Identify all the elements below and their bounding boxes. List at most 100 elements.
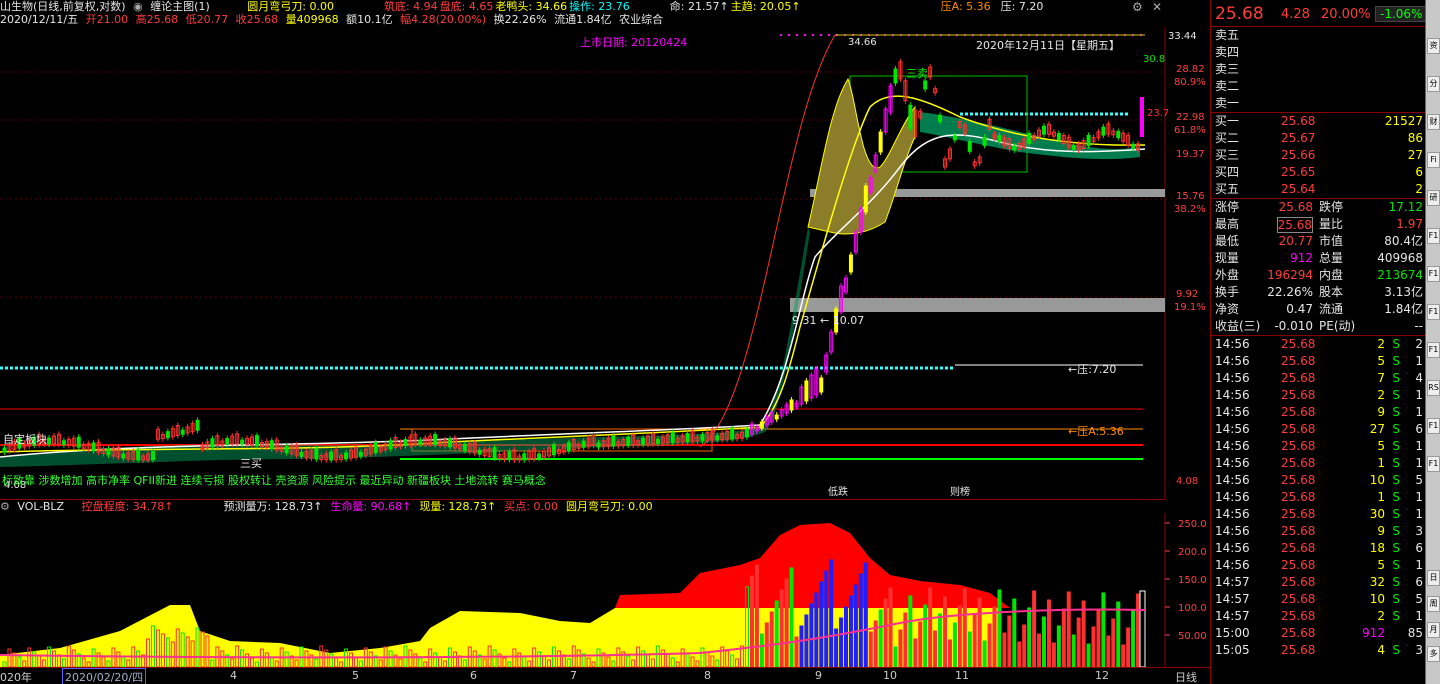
info-sector[interactable]: 农业综合: [619, 13, 663, 26]
bid-row[interactable]: 买一 25.68 21527: [1211, 113, 1425, 130]
tick-count: 6: [1415, 422, 1423, 436]
side-tool-button[interactable]: 周: [1427, 596, 1440, 612]
period-label[interactable]: 日线: [1175, 669, 1197, 684]
volume-bar: [754, 564, 759, 667]
gear-icon[interactable]: ⚙: [0, 500, 10, 513]
last-candle: [1140, 97, 1144, 137]
indicator-value: 圆月弯弓刀: 0.00: [247, 0, 334, 13]
tick-time: 14:56: [1215, 524, 1250, 538]
info-low: 低20.77: [185, 13, 229, 26]
bid-row[interactable]: 买二 25.67 86: [1211, 130, 1425, 147]
tick-count: 1: [1415, 490, 1423, 504]
date-axis-label: 4: [230, 669, 237, 682]
close-icon[interactable]: ✕: [1152, 0, 1162, 14]
side-tool-button[interactable]: 财: [1427, 114, 1440, 130]
volume-chart[interactable]: 250.0 200.0 150.0 100.0 50.00: [0, 513, 1210, 667]
candle-body: [908, 104, 913, 129]
stat-key: 最低: [1215, 234, 1240, 248]
price-chart[interactable]: 上市日期: 20120424 2020年12月11日【星期五】 34.66 三卖…: [0, 27, 1210, 499]
bid-row[interactable]: 买三 25.66 27: [1211, 147, 1425, 164]
ask-book: 卖五 卖四卖三 卖二 卖一: [1211, 27, 1425, 113]
tick-count: 1: [1415, 388, 1423, 402]
stat-value: 213674: [1377, 268, 1423, 282]
candle-body: [759, 421, 764, 429]
tick-time: 14:56: [1215, 541, 1250, 555]
tick-row: 14:56 25.68 27 S 6: [1211, 421, 1425, 438]
ask-row[interactable]: 卖一: [1211, 95, 1425, 112]
tick-time: 14:56: [1215, 439, 1250, 453]
custom-plate-label[interactable]: 自定板块: [3, 432, 47, 446]
volume-bar: [883, 598, 888, 667]
tick-count: 1: [1415, 609, 1423, 623]
volume-bar: [1002, 632, 1007, 667]
tick-volume: 5: [1377, 558, 1385, 572]
side-tool-button[interactable]: 多: [1427, 646, 1440, 662]
stat-row: 收益(三) -0.010 PE(动) --: [1211, 318, 1425, 335]
indicator-name[interactable]: 缠论主图(1): [150, 0, 210, 13]
candle-body: [893, 68, 898, 84]
candle-body: [745, 428, 749, 438]
book-label: 卖一: [1215, 96, 1240, 110]
tick-row: 14:57 25.68 2 S 1: [1211, 608, 1425, 625]
volume-bar: [844, 606, 848, 667]
stat-row: 换手 22.26% 股本 3.13亿: [1211, 284, 1425, 301]
side-tool-button[interactable]: 研: [1427, 190, 1440, 206]
candle-body: [1027, 132, 1032, 144]
ask-row[interactable]: 卖四: [1211, 44, 1425, 61]
right-value-23: 23.7: [1147, 108, 1169, 119]
side-tool-button[interactable]: F1: [1427, 342, 1440, 358]
side-tool-button[interactable]: 日: [1427, 570, 1440, 586]
side-tool-button[interactable]: F1: [1427, 418, 1440, 434]
candle-body: [358, 451, 363, 457]
candle-body: [240, 439, 245, 445]
tick-row: 14:56 25.68 18 S 6: [1211, 540, 1425, 557]
volume-indicator-value: 控盘程度: 34.78↑: [81, 500, 174, 513]
chart-date: 2020年12月11日【星期五】: [976, 38, 1120, 52]
side-tool-button[interactable]: F1: [1427, 456, 1440, 472]
stat-key: 总量: [1319, 251, 1344, 265]
stat-value: 25.68: [1276, 217, 1313, 233]
side-tool-button[interactable]: Fi: [1427, 152, 1440, 168]
stat-key: 外盘: [1215, 268, 1240, 282]
tick-count: 85: [1407, 626, 1423, 640]
volume-bar: [928, 587, 933, 667]
stock-name[interactable]: 山生物(日线,前复权,对数): [0, 0, 126, 13]
date-axis-label: 6: [470, 669, 477, 682]
volume-bar: [749, 575, 754, 667]
side-tool-button[interactable]: 资: [1427, 38, 1440, 54]
volume-indicator-name[interactable]: VOL-BLZ: [17, 500, 64, 513]
settings-gear-icon[interactable]: ⚙: [1132, 0, 1143, 14]
ask-row[interactable]: 卖二: [1211, 78, 1425, 95]
book-label: 卖四: [1215, 45, 1240, 59]
side-tool-button[interactable]: 月: [1427, 622, 1440, 638]
tick-volume: 4: [1377, 643, 1385, 657]
tick-count: 2: [1415, 337, 1423, 351]
stat-row: 最低 20.77 市值 80.4亿: [1211, 233, 1425, 250]
ask-row[interactable]: 卖三: [1211, 61, 1425, 78]
side-tool-button[interactable]: F1: [1427, 304, 1440, 320]
volume-bar: [1071, 634, 1076, 667]
bid-row[interactable]: 买五 25.64 2: [1211, 181, 1425, 198]
ask-row[interactable]: 卖五: [1211, 27, 1425, 44]
bid-row[interactable]: 买四 25.65 6: [1211, 164, 1425, 181]
side-tool-button[interactable]: 分: [1427, 76, 1440, 92]
volume-bar: [1056, 625, 1061, 667]
concept-tags[interactable]: 标致靠 涉数增加 高市净率 QFII新进 连续亏损 股权转让 壳资源 风险提示 …: [2, 473, 546, 487]
volume-bar: [933, 630, 938, 667]
side-change-pct[interactable]: -1.06%: [1375, 6, 1428, 22]
side-tool-button[interactable]: F1: [1427, 228, 1440, 244]
volume-bar: [819, 581, 824, 667]
volume-bar: [1106, 635, 1111, 667]
candle-body: [1012, 145, 1017, 151]
volume-bar: [987, 623, 992, 667]
book-price: 25.68: [1281, 114, 1316, 128]
info-range: 幅4.28(20.00%): [400, 13, 487, 26]
tick-time: 14:56: [1215, 337, 1250, 351]
tick-list[interactable]: 14:56 25.68 2 S 2 14:56 25.68 5 S 1 14:56 25.68 7 S 4 1…: [1211, 336, 1425, 659]
settings-icon[interactable]: ◉: [133, 0, 143, 13]
side-tool-button[interactable]: RS: [1427, 380, 1440, 396]
tick-row: 14:57 25.68 32 S 6: [1211, 574, 1425, 591]
volume-bar: [893, 646, 898, 667]
side-tool-button[interactable]: F1: [1427, 266, 1440, 282]
tick-side: S: [1392, 422, 1400, 436]
